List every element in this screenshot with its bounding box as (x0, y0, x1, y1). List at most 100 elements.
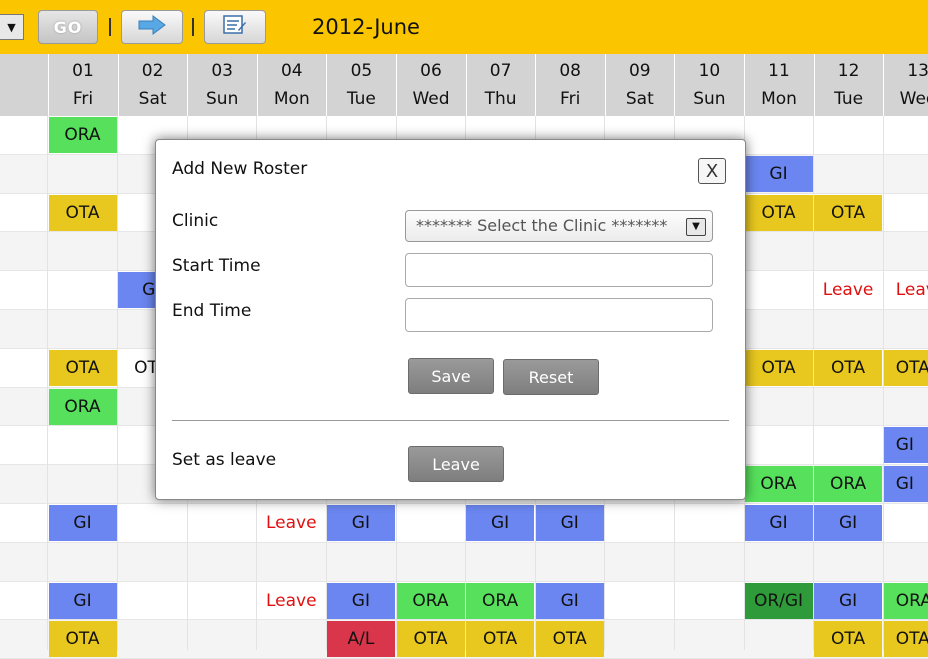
roster-cell[interactable]: OTA (744, 349, 813, 386)
roster-cell[interactable]: ORA (48, 117, 117, 153)
roster-cell[interactable]: ORA (466, 582, 535, 619)
roster-cell[interactable]: GI (535, 505, 604, 541)
add-roster-dialog: Add New Roster X Clinic ******* Select t… (155, 139, 746, 500)
go-button[interactable]: GO (38, 10, 98, 44)
month-title: 2012-June (312, 15, 420, 39)
roster-cell[interactable]: Leave (884, 272, 928, 308)
day-weekday: Mon (761, 89, 797, 109)
day-date: 09 (628, 61, 651, 81)
day-header: 03 Sun (187, 54, 256, 116)
calendar-edit-button[interactable] (204, 10, 266, 44)
view-select-dropdown[interactable]: ▼ (0, 14, 24, 40)
roster-cell[interactable]: OTA (814, 349, 883, 386)
reset-button[interactable]: Reset (503, 359, 599, 395)
day-weekday: Mon (273, 89, 310, 109)
day-header: 09 Sat (604, 54, 674, 116)
day-header: 01 Fri (48, 54, 117, 116)
roster-row (0, 542, 928, 582)
day-weekday: Tue (346, 89, 376, 109)
day-header: 12 Tue (813, 54, 883, 116)
roster-cell[interactable]: Leave (814, 272, 882, 308)
calendar-header-row: 01 Fri 02 Sat 03 Sun 04 Mon 05 Tue 06 Wed 07 Thu 08 Fri… (0, 54, 928, 116)
day-date: 10 (698, 61, 721, 81)
day-header: 11 Mon (744, 54, 813, 116)
roster-cell[interactable]: GI (744, 155, 813, 192)
roster-cell[interactable]: GI (883, 427, 928, 464)
next-button[interactable] (121, 10, 183, 44)
end-time-input[interactable] (405, 298, 713, 332)
roster-cell[interactable]: OTA (883, 621, 928, 658)
day-date: 08 (559, 61, 581, 81)
day-date: 02 (141, 61, 164, 81)
roster-cell[interactable]: OTA (48, 349, 117, 386)
roster-cell[interactable]: GI (744, 505, 813, 541)
day-header: 08 Fri (535, 54, 604, 116)
day-date: 12 (837, 61, 860, 81)
roster-cell[interactable]: GI (326, 582, 395, 619)
roster-cell[interactable]: OTA (48, 194, 117, 231)
toolbar-divider (109, 18, 111, 36)
roster-cell[interactable]: ORA (396, 582, 465, 619)
dialog-divider (172, 420, 729, 421)
roster-cell[interactable]: ORA (814, 466, 883, 503)
day-header: 07 Thu (465, 54, 535, 116)
day-header: 10 Sun (674, 54, 743, 116)
leave-button[interactable]: Leave (408, 446, 504, 482)
close-icon: X (705, 160, 719, 182)
day-weekday: Sat (138, 89, 167, 109)
roster-cell[interactable]: ORA (744, 466, 813, 503)
start-time-input[interactable] (405, 253, 713, 287)
day-weekday: Wed (899, 89, 928, 109)
day-weekday: Fri (560, 89, 581, 109)
right-arrow-icon (137, 15, 167, 39)
roster-cell[interactable]: ORA (883, 582, 928, 619)
calendar-edit-icon (223, 15, 247, 39)
roster-cell[interactable]: GI (814, 582, 883, 619)
roster-cell[interactable]: GI (883, 466, 928, 503)
day-weekday: Tue (834, 89, 864, 109)
roster-cell[interactable]: OTA (814, 194, 883, 231)
roster-cell[interactable]: Leave (257, 583, 325, 619)
day-weekday: Fri (72, 89, 94, 109)
roster-cell[interactable]: OTA (814, 621, 883, 658)
chevron-down-icon: ▼ (7, 20, 16, 34)
day-header: 02 Sat (117, 54, 187, 116)
roster-cell[interactable]: ORA (48, 388, 117, 425)
day-weekday: Wed (412, 89, 450, 109)
day-header: 06 Wed (396, 54, 465, 116)
close-button[interactable]: X (698, 158, 726, 184)
day-weekday: Sun (206, 89, 239, 109)
roster-cell[interactable]: GI (814, 505, 883, 541)
toolbar: ▼ GO 2012-June (0, 0, 928, 54)
day-header: 04 Mon (256, 54, 326, 116)
clinic-select[interactable]: ******* Select the Clinic ******* ▼ (405, 210, 713, 242)
roster-cell[interactable]: GI (48, 505, 117, 541)
roster-cell[interactable]: OTA (535, 621, 604, 658)
set-as-leave-label: Set as leave (172, 450, 277, 470)
roster-cell[interactable]: OTA (466, 621, 535, 658)
day-date: 11 (768, 61, 790, 81)
roster-cell[interactable]: GI (48, 582, 117, 619)
roster-cell[interactable]: GI (535, 582, 604, 619)
roster-cell[interactable]: A/L (326, 621, 395, 658)
roster-cell[interactable]: OTA (883, 349, 928, 386)
day-date: 06 (420, 61, 442, 81)
roster-cell[interactable]: OR/GI (744, 582, 813, 619)
day-date: 03 (211, 61, 233, 81)
save-button[interactable]: Save (408, 358, 494, 394)
roster-cell[interactable]: OTA (48, 621, 117, 658)
day-weekday: Sun (693, 89, 726, 109)
roster-cell[interactable]: Leave (257, 505, 325, 541)
day-header: 13 Wed (883, 54, 928, 116)
start-time-label: Start Time (172, 256, 261, 276)
dialog-title: Add New Roster (172, 159, 308, 179)
roster-cell[interactable]: GI (326, 505, 395, 541)
chevron-down-icon[interactable]: ▼ (686, 218, 706, 236)
roster-cell[interactable]: GI (466, 505, 535, 541)
roster-cell[interactable]: OTA (744, 194, 813, 231)
end-time-label: End Time (172, 301, 252, 321)
day-header: 05 Tue (326, 54, 395, 116)
roster-cell[interactable]: OTA (396, 621, 465, 658)
clinic-select-value: ******* Select the Clinic ******* (416, 216, 668, 235)
day-date: 05 (350, 61, 373, 81)
